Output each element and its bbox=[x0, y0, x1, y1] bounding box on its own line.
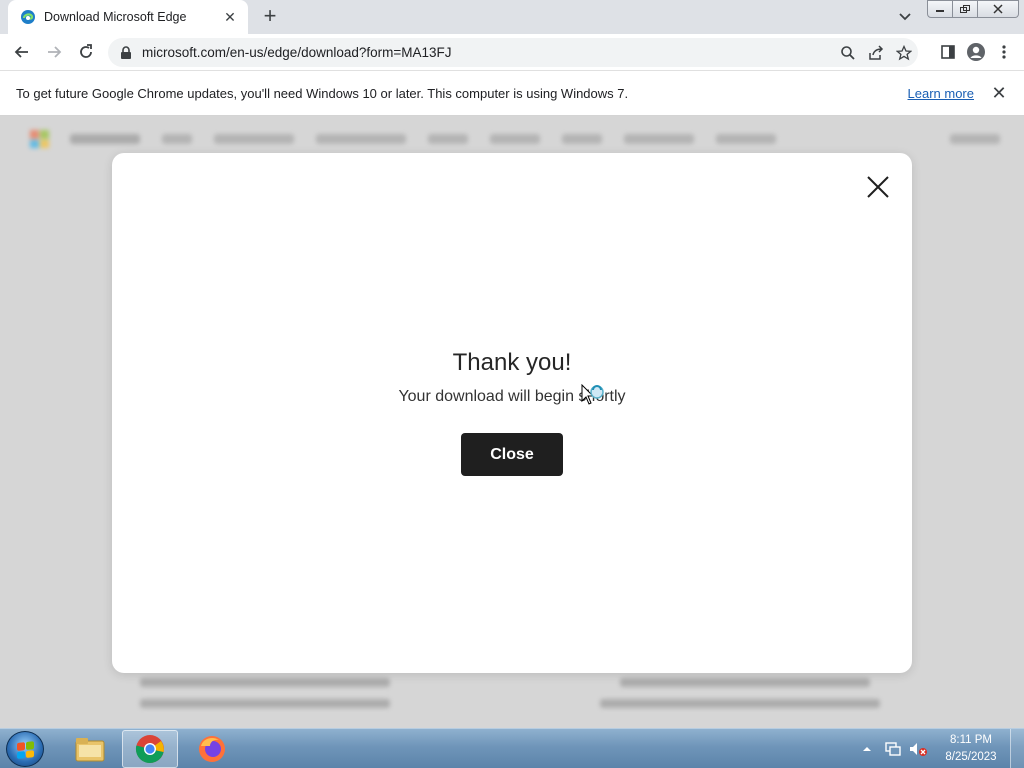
system-tray: 8:11 PM 8/25/2023 bbox=[860, 729, 1024, 768]
restore-icon bbox=[960, 5, 970, 13]
windows-taskbar: 8:11 PM 8/25/2023 bbox=[0, 728, 1024, 768]
profile-button[interactable] bbox=[962, 38, 990, 66]
thank-you-dialog: Thank you! Your download will begin shor… bbox=[112, 153, 912, 673]
clock[interactable]: 8:11 PM 8/25/2023 bbox=[940, 732, 1002, 766]
share-button[interactable] bbox=[862, 39, 890, 67]
tab-search-chevron-icon[interactable] bbox=[896, 8, 914, 26]
start-button[interactable] bbox=[6, 731, 44, 767]
blurred-site-header bbox=[30, 124, 1000, 154]
learn-more-link[interactable]: Learn more bbox=[908, 86, 974, 101]
show-desktop-button[interactable] bbox=[1010, 729, 1024, 768]
taskbar-chrome[interactable] bbox=[122, 730, 178, 768]
dialog-close-icon[interactable] bbox=[866, 175, 890, 199]
back-arrow-icon bbox=[14, 46, 28, 58]
search-icon bbox=[841, 45, 855, 60]
folder-icon bbox=[75, 738, 105, 762]
menu-button[interactable] bbox=[990, 38, 1018, 66]
forward-arrow-icon bbox=[48, 46, 62, 58]
zoom-search-button[interactable] bbox=[834, 39, 862, 67]
chrome-icon bbox=[135, 735, 164, 764]
star-icon bbox=[896, 44, 912, 60]
busy-cursor-icon bbox=[581, 384, 604, 405]
edge-icon bbox=[21, 10, 35, 24]
clock-time: 8:11 PM bbox=[950, 734, 992, 746]
taskbar-file-explorer[interactable] bbox=[62, 730, 118, 768]
microsoft-logo-icon bbox=[30, 130, 49, 148]
tab-download-edge[interactable]: Download Microsoft Edge ✕ bbox=[8, 0, 248, 34]
reload-icon bbox=[80, 44, 92, 58]
side-panel-icon bbox=[941, 45, 955, 59]
tab-title: Download Microsoft Edge bbox=[44, 10, 187, 24]
taskbar-firefox[interactable] bbox=[184, 730, 240, 768]
volume-muted-icon[interactable] bbox=[908, 741, 928, 757]
close-button[interactable]: Close bbox=[461, 433, 563, 476]
dialog-title: Thank you! bbox=[452, 349, 572, 376]
new-tab-button[interactable]: + bbox=[258, 5, 282, 28]
infobar-close-icon[interactable]: ✕ bbox=[990, 84, 1008, 102]
minimize-icon bbox=[936, 10, 944, 12]
restore-button[interactable] bbox=[952, 0, 978, 18]
tab-strip: Download Microsoft Edge ✕ + bbox=[0, 0, 1024, 34]
tab-close-icon[interactable]: ✕ bbox=[222, 9, 238, 25]
forward-button[interactable] bbox=[40, 38, 68, 66]
side-panel-button[interactable] bbox=[934, 38, 962, 66]
back-button[interactable] bbox=[8, 38, 36, 66]
share-icon bbox=[869, 44, 884, 60]
network-icon[interactable] bbox=[884, 741, 902, 757]
infobar-message: To get future Google Chrome updates, you… bbox=[16, 85, 629, 101]
window-controls bbox=[927, 0, 1019, 18]
browser-toolbar: microsoft.com/en-us/edge/download?form=M… bbox=[0, 34, 1024, 71]
windows-logo-icon bbox=[17, 741, 35, 759]
show-hidden-icons-chevron-icon[interactable] bbox=[860, 742, 874, 756]
profile-avatar-icon bbox=[967, 43, 985, 61]
url-text[interactable]: microsoft.com/en-us/edge/download?form=M… bbox=[142, 45, 834, 60]
close-icon bbox=[993, 4, 1003, 14]
address-bar[interactable]: microsoft.com/en-us/edge/download?form=M… bbox=[108, 38, 918, 67]
clock-date: 8/25/2023 bbox=[945, 751, 997, 763]
kebab-menu-icon bbox=[1002, 45, 1006, 59]
bookmark-button[interactable] bbox=[890, 39, 918, 67]
window-close-button[interactable] bbox=[977, 0, 1019, 18]
minimize-button[interactable] bbox=[927, 0, 953, 18]
reload-button[interactable] bbox=[72, 38, 100, 66]
dialog-subtitle: Your download will begin shortly bbox=[398, 388, 626, 405]
blurred-footer-left bbox=[140, 678, 390, 708]
firefox-icon bbox=[199, 736, 225, 762]
update-infobar: To get future Google Chrome updates, you… bbox=[0, 71, 1024, 116]
lock-icon[interactable] bbox=[120, 45, 132, 60]
blurred-footer-right bbox=[600, 678, 880, 708]
